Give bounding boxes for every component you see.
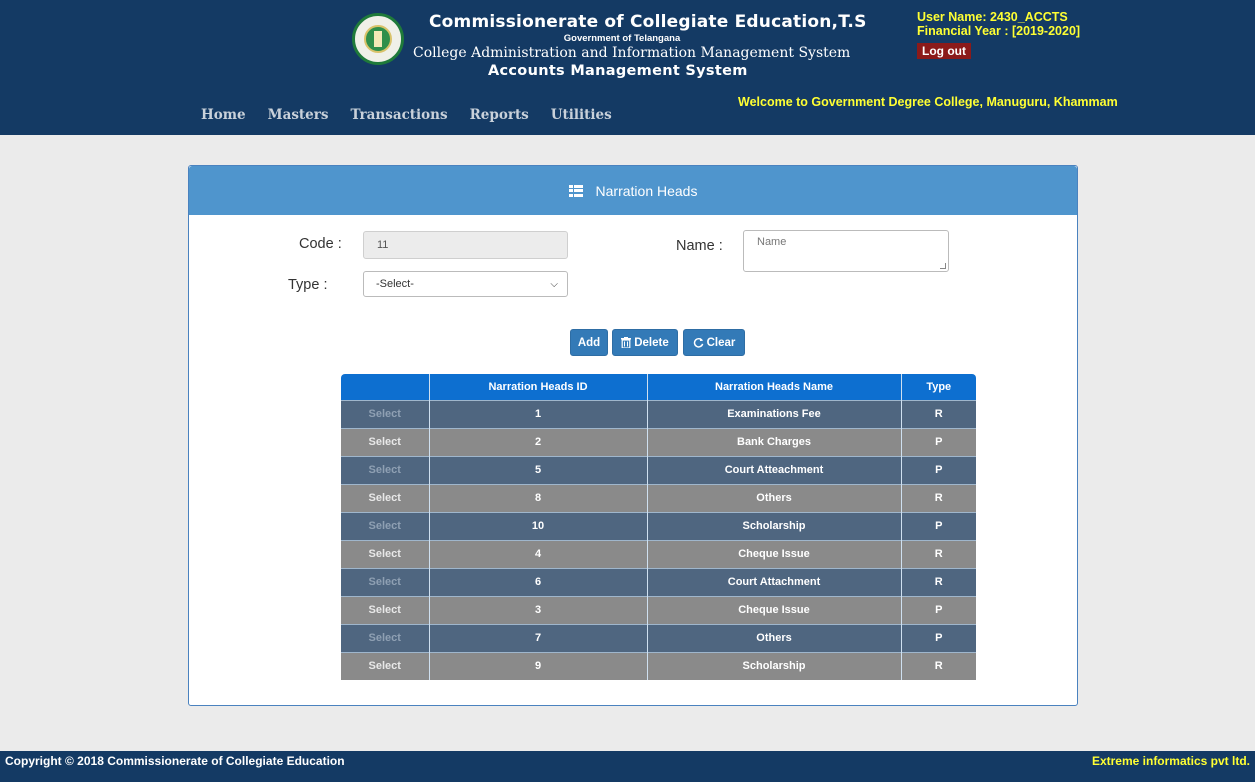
select-link[interactable]: Select bbox=[341, 623, 430, 652]
cell-name: Court Attachment bbox=[647, 567, 902, 596]
cell-id: 4 bbox=[429, 539, 648, 568]
org-subtitle: Government of Telangana bbox=[563, 33, 681, 44]
chevron-down-icon: ⌵ bbox=[550, 279, 558, 290]
type-select[interactable]: -Select- ⌵ bbox=[363, 271, 568, 297]
cell-id: 8 bbox=[429, 483, 648, 512]
cell-name: Scholarship bbox=[647, 511, 902, 540]
name-label: Name : bbox=[676, 238, 723, 254]
delete-button[interactable]: Delete bbox=[612, 329, 678, 356]
narration-heads-panel: Narration Heads Code : Type : -Select- ⌵… bbox=[188, 165, 1078, 706]
column-header-name: Narration Heads Name bbox=[647, 374, 902, 400]
select-link[interactable]: Select bbox=[341, 399, 430, 428]
app-footer: Copyright © 2018 Commissionerate of Coll… bbox=[0, 751, 1255, 782]
trash-icon bbox=[621, 337, 632, 348]
logout-button[interactable]: Log out bbox=[917, 43, 971, 59]
cell-name: Court Atteachment bbox=[647, 455, 902, 484]
cell-id: 3 bbox=[429, 595, 648, 624]
cell-name: Cheque Issue bbox=[647, 595, 902, 624]
cell-name: Scholarship bbox=[647, 651, 902, 680]
org-title: Commissionerate of Collegiate Education,… bbox=[429, 12, 867, 32]
narration-heads-table: Narration Heads ID Narration Heads Name … bbox=[341, 374, 976, 680]
cell-name: Others bbox=[647, 623, 902, 652]
nav-item-reports[interactable]: Reports bbox=[470, 107, 529, 123]
nav-item-home[interactable]: Home bbox=[201, 107, 246, 123]
panel-title: Narration Heads bbox=[595, 182, 698, 199]
cell-type: P bbox=[901, 455, 976, 484]
vendor-link[interactable]: Extreme informatics pvt ltd. bbox=[1092, 754, 1250, 768]
telangana-emblem-logo bbox=[352, 13, 404, 65]
cell-type: P bbox=[901, 595, 976, 624]
table-row: Select 4 Cheque Issue R bbox=[341, 539, 976, 568]
table-row: Select 1 Examinations Fee R bbox=[341, 399, 976, 428]
table-row: Select 6 Court Attachment R bbox=[341, 567, 976, 596]
cell-type: R bbox=[901, 567, 976, 596]
select-link[interactable]: Select bbox=[341, 511, 430, 540]
table-row: Select 7 Others P bbox=[341, 623, 976, 652]
column-header-id: Narration Heads ID bbox=[429, 374, 648, 400]
financial-year: Financial Year : [2019-2020] bbox=[917, 24, 1081, 38]
copyright-text: Copyright © 2018 Commissionerate of Coll… bbox=[5, 754, 345, 768]
cell-id: 5 bbox=[429, 455, 648, 484]
panel-header: Narration Heads bbox=[189, 166, 1077, 215]
nav-item-transactions[interactable]: Transactions bbox=[350, 107, 447, 123]
main-nav: Home Masters Transactions Reports Utilit… bbox=[201, 107, 634, 123]
column-header-type: Type bbox=[901, 374, 976, 400]
add-button[interactable]: Add bbox=[570, 329, 608, 356]
cell-name: Bank Charges bbox=[647, 427, 902, 456]
select-link[interactable]: Select bbox=[341, 483, 430, 512]
code-field[interactable] bbox=[363, 231, 568, 259]
cell-id: 6 bbox=[429, 567, 648, 596]
system-name: College Administration and Information M… bbox=[413, 45, 851, 61]
cell-type: R bbox=[901, 399, 976, 428]
select-link[interactable]: Select bbox=[341, 539, 430, 568]
table-row: Select 5 Court Atteachment P bbox=[341, 455, 976, 484]
refresh-icon bbox=[693, 337, 703, 348]
name-field[interactable]: Name bbox=[743, 230, 949, 272]
select-link[interactable]: Select bbox=[341, 595, 430, 624]
table-row: Select 3 Cheque Issue P bbox=[341, 595, 976, 624]
delete-label: Delete bbox=[634, 336, 669, 349]
clear-label: Clear bbox=[706, 336, 736, 349]
cell-type: R bbox=[901, 483, 976, 512]
cell-id: 10 bbox=[429, 511, 648, 540]
column-header-select bbox=[341, 374, 430, 400]
name-placeholder: Name bbox=[757, 236, 787, 248]
user-name: User Name: 2430_ACCTS bbox=[917, 10, 1068, 24]
table-header-row: Narration Heads ID Narration Heads Name … bbox=[341, 374, 976, 400]
cell-name: Others bbox=[647, 483, 902, 512]
select-link[interactable]: Select bbox=[341, 567, 430, 596]
clear-button[interactable]: Clear bbox=[683, 329, 745, 356]
code-label: Code : bbox=[299, 236, 342, 252]
cell-name: Cheque Issue bbox=[647, 539, 902, 568]
cell-type: P bbox=[901, 427, 976, 456]
cell-type: R bbox=[901, 539, 976, 568]
module-name: Accounts Management System bbox=[488, 63, 748, 79]
table-row: Select 10 Scholarship P bbox=[341, 511, 976, 540]
cell-type: R bbox=[901, 651, 976, 680]
cell-type: P bbox=[901, 623, 976, 652]
type-selected-value: -Select- bbox=[376, 278, 414, 290]
select-link[interactable]: Select bbox=[341, 427, 430, 456]
table-row: Select 2 Bank Charges P bbox=[341, 427, 976, 456]
nav-item-utilities[interactable]: Utilities bbox=[551, 107, 612, 123]
app-header: Commissionerate of Collegiate Education,… bbox=[0, 0, 1255, 135]
user-info: User Name: 2430_ACCTS Financial Year : [… bbox=[917, 10, 1080, 38]
table-row: Select 9 Scholarship R bbox=[341, 651, 976, 680]
nav-item-masters[interactable]: Masters bbox=[268, 107, 329, 123]
cell-id: 1 bbox=[429, 399, 648, 428]
cell-id: 9 bbox=[429, 651, 648, 680]
select-link[interactable]: Select bbox=[341, 651, 430, 680]
cell-id: 7 bbox=[429, 623, 648, 652]
cell-type: P bbox=[901, 511, 976, 540]
list-icon bbox=[568, 184, 583, 197]
welcome-message: Welcome to Government Degree College, Ma… bbox=[738, 95, 1118, 109]
cell-name: Examinations Fee bbox=[647, 399, 902, 428]
table-row: Select 8 Others R bbox=[341, 483, 976, 512]
type-label: Type : bbox=[288, 277, 328, 293]
resize-handle-icon[interactable] bbox=[940, 263, 946, 269]
select-link[interactable]: Select bbox=[341, 455, 430, 484]
cell-id: 2 bbox=[429, 427, 648, 456]
